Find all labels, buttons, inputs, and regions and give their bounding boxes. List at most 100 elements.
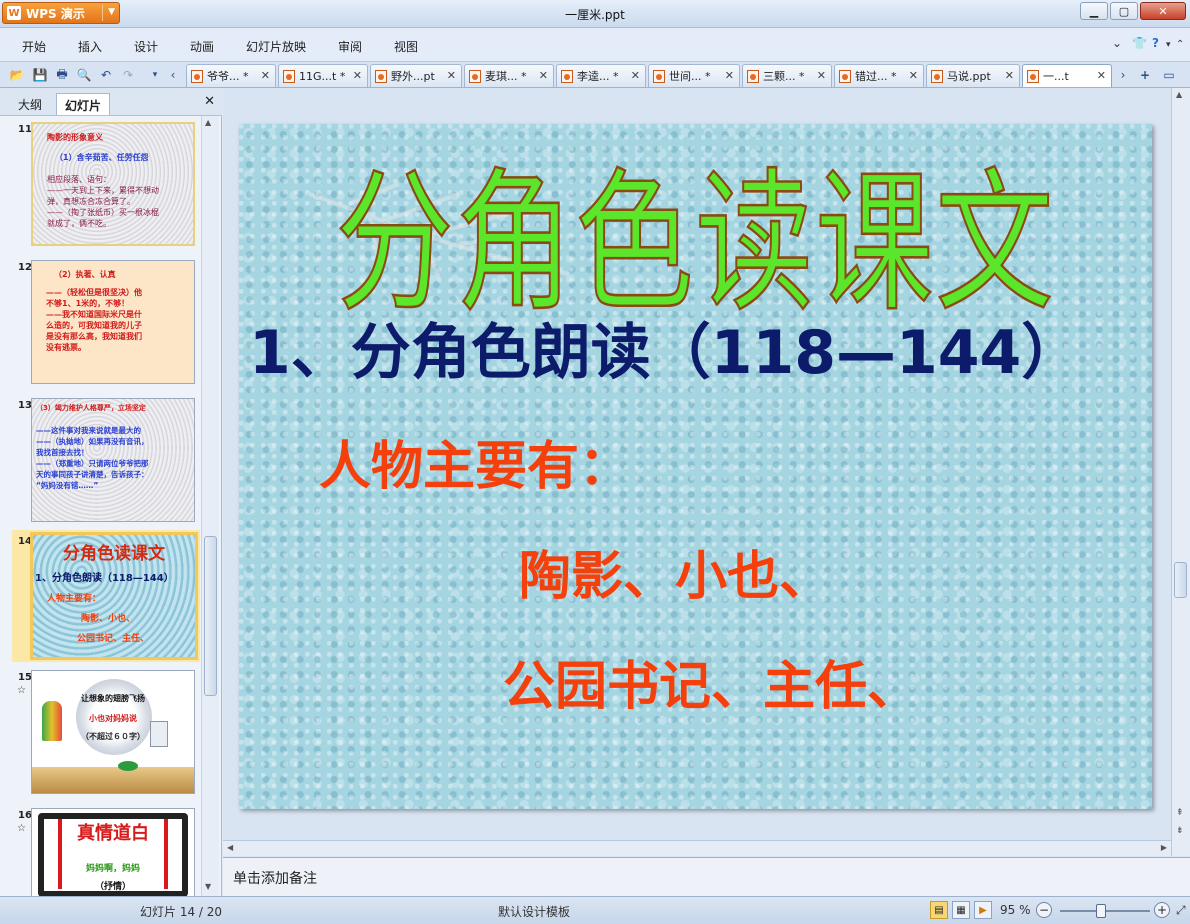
print-preview-icon[interactable]: 🔍 [75,66,93,84]
menu-animation[interactable]: 动画 [190,38,214,55]
close-tab-icon[interactable]: ✕ [539,69,548,82]
doc-tab[interactable]: 马说.ppt ✕ [926,64,1020,87]
slide-thumbnail-11[interactable]: 陶影的形象意义 （1）含辛茹苦、任劳任怨 相应段落、语句： ——一天到上下来，累… [31,122,195,246]
slide-thumbnail-16[interactable]: 真情道白 妈妈啊，妈妈 （抒情） [31,808,195,896]
scroll-thumb[interactable] [1174,562,1187,598]
notes-pane[interactable]: 单击添加备注 [223,857,1190,896]
next-slide-icon[interactable]: ⇟ [1176,826,1184,836]
close-tab-icon[interactable]: ✕ [353,69,362,82]
scroll-right-icon[interactable]: ▶ [1161,843,1167,852]
menu-start[interactable]: 开始 [22,38,46,55]
doc-tab[interactable]: 11G...t * ✕ [278,64,368,87]
slide-counter: 幻灯片 14 / 20 [140,905,223,919]
slide-heading[interactable]: 1、分角色朗读（118—144） [249,304,1081,391]
thumbnail-list: 11 陶影的形象意义 （1）含辛茹苦、任劳任怨 相应段落、语句： ——一天到上下… [0,116,200,896]
close-tab-icon[interactable]: ✕ [447,69,456,82]
status-bar: 幻灯片 14 / 20 默认设计模板 ▤ ▦ ▶ 95 % − + ⤢ [0,896,1190,924]
scroll-up-icon[interactable]: ▲ [1176,90,1182,99]
ppt-file-icon [375,69,387,83]
zoom-slider-handle[interactable] [1096,904,1106,918]
design-template: 默认设计模板 [498,905,571,919]
slide-line-1[interactable]: 陶影、小也、 [519,534,831,609]
minimize-button[interactable]: ▁ [1080,2,1108,20]
doc-tab[interactable]: 爷爷... * ✕ [186,64,276,87]
scroll-up-icon[interactable]: ▲ [205,118,211,127]
thumbnail-scrollbar[interactable]: ▲ ▼ [201,116,219,896]
skin-icon[interactable]: 👕 [1132,36,1147,50]
close-tab-icon[interactable]: ✕ [1005,69,1014,82]
slide-thumbnail-15[interactable]: 让想象的翅膀飞扬 小也对妈妈说 （不超过６０字） [31,670,195,794]
animation-star-icon: ☆ [17,823,26,834]
doc-tab[interactable]: 世间... * ✕ [648,64,740,87]
collapse-ribbon-icon[interactable]: ⌃ [1176,39,1184,50]
scroll-thumb[interactable] [204,536,217,696]
slide-thumbnail-12[interactable]: （2）执著、认真 ——（轻松但是很坚决）他 不够1、1米的，不够！ ——我不知道… [31,260,195,384]
tab-slides[interactable]: 幻灯片 [56,93,111,115]
slide-subheading[interactable]: 人物主要有： [319,424,631,499]
ppt-file-icon [469,69,481,83]
tab-scroll-right-icon[interactable]: › [1114,66,1132,84]
doc-tab[interactable]: 李逵... * ✕ [556,64,646,87]
previous-slide-icon[interactable]: ⇞ [1176,808,1184,818]
zoom-out-button[interactable]: − [1036,902,1052,918]
tab-list-icon[interactable]: ▭ [1160,66,1178,84]
menu-slideshow[interactable]: 幻灯片放映 [246,38,306,55]
ppt-file-icon [839,69,851,83]
normal-view-button[interactable]: ▤ [930,901,948,919]
slide-number: 12 [18,262,32,273]
close-icon: ✕ [1158,4,1168,18]
document-tab-bar: 📂 💾 🖶 🔍 ↶ ↷ ▾ ‹ 爷爷... * ✕ 11G...t * ✕ 野外..… [0,62,1190,88]
window-title: 一厘米.ppt [565,8,625,22]
close-tab-icon[interactable]: ✕ [1097,69,1106,82]
open-folder-icon[interactable]: 📂 [8,66,26,84]
close-tab-icon[interactable]: ✕ [631,69,640,82]
tab-outline[interactable]: 大纲 [10,93,50,115]
slide-thumbnail-14[interactable]: 分角色读课文 1、分角色朗读（118—144） 人物主要有： 陶影、小也、 公园… [30,532,198,660]
current-slide[interactable]: 分角色读课文 1、分角色朗读（118—144） 人物主要有： 陶影、小也、 公园… [239,124,1152,809]
doc-tab[interactable]: 麦琪... * ✕ [464,64,554,87]
ppt-file-icon [191,69,203,83]
doc-tab[interactable]: 错过... * ✕ [834,64,924,87]
ppt-file-icon [561,69,573,83]
scroll-down-icon[interactable]: ▼ [205,882,211,891]
chevron-down-icon[interactable]: ⌄ [1112,36,1122,50]
doc-tab[interactable]: 野外...pt ✕ [370,64,462,87]
slideshow-button[interactable]: ▶ [974,901,992,919]
help-dropdown-icon[interactable]: ▾ [1166,40,1171,50]
normal-view-icon: ▤ [934,904,944,916]
tab-scroll-left-icon[interactable]: ‹ [164,66,182,84]
close-tab-icon[interactable]: ✕ [817,69,826,82]
doc-tab-active[interactable]: 一...t ✕ [1022,64,1112,87]
close-tab-icon[interactable]: ✕ [261,69,270,82]
animation-star-icon: ☆ [17,685,26,696]
plus-icon: + [1156,903,1168,917]
close-panel-icon[interactable]: ✕ [204,94,215,109]
slide-thumbnail-13[interactable]: （3）竭力维护人格尊严，立场坚定 ——这件事对我来说就是最大的 ——（执拗地）如… [31,398,195,522]
editor-horizontal-scrollbar[interactable]: ◀ ▶ [223,840,1171,856]
scroll-left-icon[interactable]: ◀ [227,843,233,852]
zoom-in-button[interactable]: + [1154,902,1170,918]
quick-access-dropdown-icon[interactable]: ▾ [146,66,164,84]
menu-view[interactable]: 视图 [394,38,418,55]
ppt-file-icon [747,69,759,83]
fit-window-icon[interactable]: ⤢ [1176,903,1186,918]
close-tab-icon[interactable]: ✕ [725,69,734,82]
menu-design[interactable]: 设计 [134,38,158,55]
new-tab-icon[interactable]: + [1136,66,1154,84]
menu-insert[interactable]: 插入 [78,38,102,55]
close-tab-icon[interactable]: ✕ [909,69,918,82]
close-window-button[interactable]: ✕ [1140,2,1186,20]
slide-line-2[interactable]: 公园书记、主任、 [503,644,919,719]
maximize-icon: ▢ [1118,4,1130,18]
save-icon[interactable]: 💾 [31,66,49,84]
doc-tab[interactable]: 三颗... * ✕ [742,64,832,87]
editor-vertical-scrollbar[interactable]: ▲ ⇞ ⇟ [1171,88,1190,856]
maximize-button[interactable]: ▢ [1110,2,1138,20]
menu-review[interactable]: 审阅 [338,38,362,55]
slide-number: 11 [18,124,32,135]
undo-icon[interactable]: ↶ [97,66,115,84]
print-icon[interactable]: 🖶 [53,66,71,84]
slide-sorter-button[interactable]: ▦ [952,901,970,919]
redo-icon[interactable]: ↷ [119,66,137,84]
help-icon[interactable]: ? [1152,36,1159,50]
